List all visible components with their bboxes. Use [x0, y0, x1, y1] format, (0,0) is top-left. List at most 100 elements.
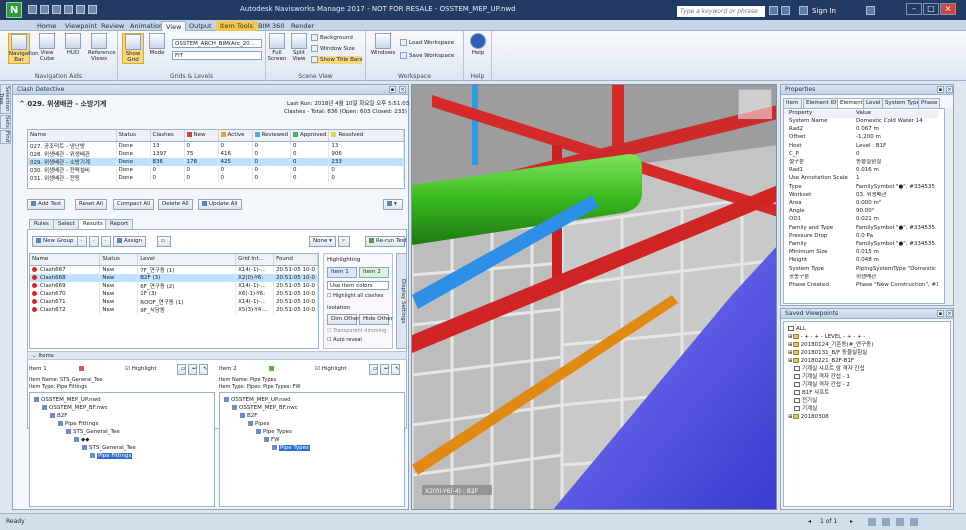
viewpoint-item[interactable]: 전기실: [794, 398, 817, 405]
model-render[interactable]: X2(0)-Y6(-4) : B2F: [412, 85, 777, 510]
panel-pin-icon[interactable]: ▪: [937, 310, 944, 317]
property-row[interactable]: Minimum Size 0.015 m: [784, 249, 938, 257]
tree-node[interactable]: OSSTEM_MEP_UP.nwd: [34, 397, 101, 404]
property-row[interactable]: Host Level : B1F: [784, 143, 938, 151]
viewpoint-folder[interactable]: ⊞ - + - + - LEVEL - + - + -: [788, 334, 865, 341]
tab-review[interactable]: Review: [97, 21, 128, 31]
col-resolved[interactable]: Resolved: [328, 130, 404, 142]
maximize-button[interactable]: □: [923, 3, 939, 15]
property-row[interactable]: System Type PipingSystemType "Domestic Co…: [784, 266, 938, 274]
tree-node-selected[interactable]: Pipe Types: [272, 445, 310, 452]
status-filter-dropdown[interactable]: None ▾: [309, 236, 336, 247]
windows-button[interactable]: Windows: [370, 33, 396, 56]
item2-highlight-button[interactable]: Item 2: [359, 267, 389, 278]
full-screen-button[interactable]: Full Screen: [266, 33, 288, 62]
highlight-all-checkbox[interactable]: ☐ Highlight all clashes: [327, 293, 383, 299]
tree-node[interactable]: Pipe Types: [256, 429, 292, 436]
viewpoint-item[interactable]: 기계실 샤프트 앞 격자 간섭: [794, 366, 865, 373]
tree-node[interactable]: OSSTEM_MEP_UP.nwd: [224, 397, 291, 404]
tab-element-id[interactable]: Element ID: [803, 98, 840, 108]
item2-pointer-button[interactable]: ↖: [391, 364, 400, 375]
item1-return-button[interactable]: ↩: [188, 364, 197, 375]
item2-return-button[interactable]: ↩: [380, 364, 389, 375]
property-row[interactable]: System Name Domestic Cold Water 14: [784, 118, 938, 126]
side-tab-selection-tree[interactable]: Selection Tree: [0, 84, 11, 114]
mode-button[interactable]: Mode: [146, 33, 168, 56]
panel-close-icon[interactable]: ×: [946, 310, 953, 317]
group-tool-3[interactable]: ·: [101, 236, 111, 247]
grid-level-combo[interactable]: FIT: [172, 51, 262, 60]
tree-node[interactable]: OSSTEM_MEP_BF.nwc: [42, 405, 108, 412]
viewpoint-item[interactable]: B1F 샤프트: [794, 390, 829, 397]
show-title-bars-button[interactable]: Show Title Bars: [311, 56, 363, 64]
table-row[interactable]: Clash672 New 9F_식당동 X5(3)-Y4:... 20:51:05 10…: [30, 305, 318, 314]
col-approved[interactable]: Approved: [290, 130, 330, 142]
col-new[interactable]: New: [184, 130, 219, 142]
save-workspace-button[interactable]: Save Workspace: [400, 52, 454, 60]
tab-home[interactable]: Home: [33, 21, 60, 31]
new-group-button[interactable]: New Group: [32, 236, 78, 247]
tree-node[interactable]: FW: [264, 437, 280, 444]
item2-select-button[interactable]: ▫: [369, 364, 378, 375]
col-status[interactable]: Status: [116, 130, 151, 142]
viewpoint-folder[interactable]: ⊞ 20180124_기존동(#_연구동): [788, 342, 873, 349]
items-divider[interactable]: ⌄ Items: [27, 351, 407, 360]
panel-pin-icon[interactable]: ▪: [389, 86, 396, 93]
scene-viewport[interactable]: X2(0)-Y6(-4) : B2F: [411, 84, 777, 510]
item1-highlight-button[interactable]: Item 1: [327, 267, 357, 278]
properties-scrollbar[interactable]: [946, 108, 953, 304]
viewpoint-item[interactable]: 기계실 격자 간섭 - 1: [794, 374, 850, 381]
tab-output[interactable]: Output: [185, 21, 216, 31]
table-row[interactable]: Clash668 New B2F (3) X2(0)-Y6: 20:51:05 10-0: [30, 273, 318, 282]
auto-reveal-checkbox[interactable]: ☐ Auto reveal: [327, 337, 362, 343]
item1-select-button[interactable]: ▫: [177, 364, 186, 375]
help-button[interactable]: Help: [467, 33, 489, 56]
col-level[interactable]: Level: [137, 254, 237, 266]
navigation-bar-button[interactable]: Navigation Bar: [8, 33, 39, 64]
panel-close-icon[interactable]: ×: [946, 86, 953, 93]
property-row[interactable]: Height 0.048 m: [784, 257, 938, 265]
property-row[interactable]: Family FamilySymbol "●", #334535: [784, 241, 938, 249]
tree-node[interactable]: B2F: [50, 413, 67, 420]
group-tool-2[interactable]: ·: [89, 236, 99, 247]
col-grid[interactable]: Grid Int...: [235, 254, 275, 266]
table-row[interactable]: Clash669 New 6F_연구동 (2) X14(-1)-... 20:51:05…: [30, 281, 318, 290]
property-row[interactable]: Workset 03. 위생배관: [784, 192, 938, 200]
sign-in-link[interactable]: Sign In: [812, 7, 836, 15]
hud-button[interactable]: HUD: [62, 33, 84, 56]
reset-all-button[interactable]: Reset All: [75, 199, 107, 210]
window-size-button[interactable]: Window Size: [311, 45, 355, 53]
comment-button[interactable]: ▫: [157, 236, 171, 247]
property-row[interactable]: 설구분 동물실험실: [784, 159, 938, 167]
tree-node[interactable]: STS_General_Tee: [66, 429, 120, 436]
dim-other-button[interactable]: Dim Other: [327, 314, 360, 325]
panel-pin-icon[interactable]: ▪: [937, 86, 944, 93]
tab-phase[interactable]: Phase: [918, 98, 941, 108]
col-name[interactable]: Name: [28, 130, 117, 142]
property-row[interactable]: Rad2 0.067 m: [784, 126, 938, 134]
performance-icon[interactable]: [868, 518, 876, 526]
table-row[interactable]: Clash671 New ROOF_연구동 (1) X14(-1)-... 20:51:…: [30, 297, 318, 306]
load-workspace-button[interactable]: Load Workspace: [400, 39, 454, 47]
item1-highlight-checkbox[interactable]: ☑ Highlight: [125, 366, 157, 372]
save-icon[interactable]: [40, 5, 49, 14]
item2-highlight-checkbox[interactable]: ☑ Highlight: [315, 366, 347, 372]
side-tab-find[interactable]: Find: [0, 130, 11, 144]
table-row[interactable]: 028. 위생배관 - 위생배관 Done 1397 75 416 0 0 906: [28, 149, 404, 158]
add-test-button[interactable]: Add Test: [27, 199, 66, 210]
col-clashes[interactable]: Clashes: [150, 130, 185, 142]
delete-all-button[interactable]: Delete All: [158, 199, 193, 210]
property-row[interactable]: Area 0.000 m²: [784, 200, 938, 208]
reference-views-button[interactable]: Reference Views: [88, 33, 116, 62]
model-icon[interactable]: [910, 518, 918, 526]
subscription-icon[interactable]: [781, 6, 790, 15]
property-row[interactable]: Family and Type FamilySymbol "●", #334535: [784, 225, 938, 233]
update-all-button[interactable]: Update All: [198, 199, 242, 210]
tab-rules[interactable]: Rules: [29, 219, 54, 229]
table-row[interactable]: 027. 공조덕트 - 냉난방 Done 13 0 0 0 0 13: [28, 141, 404, 150]
col-status[interactable]: Status: [99, 254, 139, 266]
tree-node[interactable]: Pipe Fittings: [58, 421, 98, 428]
property-row[interactable]: 공종구분 위생배관: [784, 274, 938, 282]
compact-all-button[interactable]: Compact All: [113, 199, 155, 210]
property-row[interactable]: Rad1 0.016 m: [784, 167, 938, 175]
